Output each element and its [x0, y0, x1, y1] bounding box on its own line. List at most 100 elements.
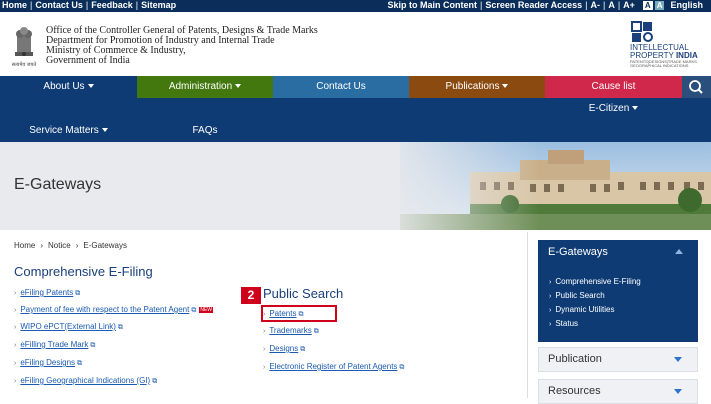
page-banner: E-Gateways	[0, 142, 711, 230]
sidebar-item-label: Dynamic Utilities	[555, 305, 615, 314]
external-link-icon: ⧉	[191, 307, 197, 314]
breadcrumb-notice[interactable]: Notice	[48, 241, 71, 250]
chevron-right-icon: ›	[14, 307, 17, 314]
font-normal-button[interactable]: A	[608, 0, 615, 10]
wipo-epct-link[interactable]: › WIPO ePCT(External Link) ⧉	[14, 322, 123, 332]
nav-contact-label: Contact Us	[316, 81, 366, 92]
trademarks-search-link[interactable]: › Trademarks ⧉	[263, 326, 319, 336]
link-label: eFiling Designs	[20, 358, 76, 367]
chevron-down-icon	[674, 357, 682, 362]
breadcrumb: Home › Notice › E-Gateways	[14, 241, 132, 250]
chevron-right-icon: ›	[549, 321, 552, 328]
nav-service-label: Service Matters	[29, 125, 99, 136]
agent-fee-payment-link[interactable]: › Payment of fee with respect to the Pate…	[14, 305, 214, 315]
top-link-feedback[interactable]: Feedback	[91, 0, 133, 10]
public-search-heading: Public Search	[263, 286, 344, 301]
external-link-icon: ⧉	[117, 324, 123, 331]
chevron-right-icon: ›	[549, 279, 552, 286]
top-link-sitemap[interactable]: Sitemap	[141, 0, 176, 10]
nav-publications[interactable]: Publications	[409, 76, 545, 98]
efiling-designs-link[interactable]: › eFiling Designs ⧉	[14, 358, 82, 368]
sidebar-resources-accordion[interactable]: Resources	[538, 379, 698, 404]
efiling-gi-link[interactable]: › eFiling Geographical Indications (GI) ⧉	[14, 376, 157, 386]
org-line-4: Government of India	[46, 55, 130, 66]
patents-search-link[interactable]: › Patents ⧉	[263, 309, 303, 319]
nav-admin-label: Administration	[168, 81, 233, 92]
chevron-down-icon	[674, 389, 682, 394]
efiling-patents-link[interactable]: › eFiling Patents ⧉	[14, 288, 80, 298]
sidebar-item-efiling[interactable]: › Comprehensive E-Filing	[549, 277, 641, 286]
chevron-down-icon	[101, 128, 108, 133]
link-label: Payment of fee with respect to the Paten…	[20, 305, 190, 314]
efiling-trademark-link[interactable]: › eFilling Trade Mark ⧉	[14, 340, 95, 350]
sidebar-egateways-list: › Comprehensive E-Filing › Public Search ›…	[538, 265, 698, 342]
organization-name: Office of the Controller General of Pate…	[46, 26, 318, 66]
nav-faqs[interactable]: FAQs	[137, 120, 273, 142]
patent-agents-register-link[interactable]: › Electronic Register of Patent Agents ⧉	[263, 362, 404, 372]
designs-search-link[interactable]: › Designs ⧉	[263, 344, 305, 354]
nav-about-label: About Us	[43, 81, 85, 92]
breadcrumb-separator: ›	[40, 241, 44, 250]
search-button[interactable]	[682, 76, 711, 98]
sidebar-item-dynamic-utilities[interactable]: › Dynamic Utilities	[549, 305, 614, 314]
chevron-right-icon: ›	[14, 360, 17, 367]
chevron-right-icon: ›	[14, 290, 17, 297]
sidebar-egateways-header[interactable]: E-Gateways	[538, 240, 698, 265]
skip-to-main-link[interactable]: Skip to Main Content	[388, 0, 478, 10]
sidebar-head-label: E-Gateways	[548, 246, 608, 258]
page-title: E-Gateways	[14, 176, 102, 193]
chevron-right-icon: ›	[263, 311, 266, 318]
annotation-marker: 2	[241, 287, 261, 304]
font-decrease-button[interactable]: A-	[590, 0, 600, 10]
chevron-right-icon: ›	[263, 346, 266, 353]
chevron-down-icon	[87, 84, 94, 89]
chevron-up-icon	[675, 249, 683, 254]
nav-causelist-label: Cause list	[591, 81, 636, 92]
top-link-home[interactable]: Home	[2, 0, 27, 10]
nav-faqs-label: FAQs	[192, 125, 218, 136]
new-badge: NEW	[199, 306, 214, 313]
building-image	[380, 142, 711, 230]
nav-service-matters[interactable]: Service Matters	[0, 120, 137, 142]
link-label: eFiling Geographical Indications (GI)	[20, 376, 151, 385]
chevron-right-icon: ›	[549, 293, 552, 300]
national-emblem-icon[interactable]: सत्यमेव जयते	[10, 20, 38, 70]
font-increase-button[interactable]: A+	[623, 0, 635, 10]
sidebar-publication-accordion[interactable]: Publication	[538, 347, 698, 372]
sidebar-item-public-search[interactable]: › Public Search	[549, 291, 605, 300]
ip-india-logo[interactable]: INTELLECTUAL PROPERTY INDIA PATENTS|DESI…	[628, 20, 708, 76]
chevron-down-icon	[632, 106, 639, 111]
nav-publications-label: Publications	[445, 81, 500, 92]
external-link-icon: ⧉	[399, 364, 405, 371]
ip-india-logo-text: INTELLECTUAL PROPERTY INDIA PATENTS|DESI…	[630, 44, 698, 68]
link-label: Patents	[269, 309, 297, 318]
contrast-alt-button[interactable]: A	[654, 1, 665, 10]
nav-cause-list[interactable]: Cause list	[545, 76, 682, 98]
nav-about-us[interactable]: About Us	[0, 76, 137, 98]
breadcrumb-home[interactable]: Home	[14, 241, 35, 250]
external-link-icon: ⧉	[75, 290, 81, 297]
nav-ecitizen-label: E-Citizen	[588, 103, 630, 114]
nav-e-citizen[interactable]: E-Citizen	[545, 98, 682, 120]
nav-contact-us[interactable]: Contact Us	[273, 76, 409, 98]
link-label: eFiling Patents	[20, 288, 74, 297]
breadcrumb-separator: ›	[75, 241, 79, 250]
sidebar-item-status[interactable]: › Status	[549, 319, 578, 328]
ip-logo-line-4: GEOGRAPHICAL INDICATIONS	[630, 63, 689, 68]
sidebar-item-label: Public Search	[555, 291, 605, 300]
chevron-right-icon: ›	[14, 324, 17, 331]
nav-administration[interactable]: Administration	[137, 76, 273, 98]
sidebar-item-label: Comprehensive E-Filing	[555, 277, 641, 286]
language-select[interactable]: English	[670, 0, 703, 10]
contrast-toggle-button[interactable]: A	[642, 1, 653, 10]
top-link-contact[interactable]: Contact Us	[35, 0, 83, 10]
external-link-icon: ⧉	[300, 346, 306, 353]
efiling-heading: Comprehensive E-Filing	[14, 264, 153, 279]
emblem-motto: सत्यमेव जयते	[12, 61, 37, 68]
ip-india-logo-icon	[631, 21, 653, 42]
column-divider	[527, 232, 528, 398]
link-label: Electronic Register of Patent Agents	[269, 362, 398, 371]
link-label: WIPO ePCT(External Link)	[20, 322, 116, 331]
external-link-icon: ⧉	[152, 378, 158, 385]
screen-reader-link[interactable]: Screen Reader Access	[485, 0, 582, 10]
